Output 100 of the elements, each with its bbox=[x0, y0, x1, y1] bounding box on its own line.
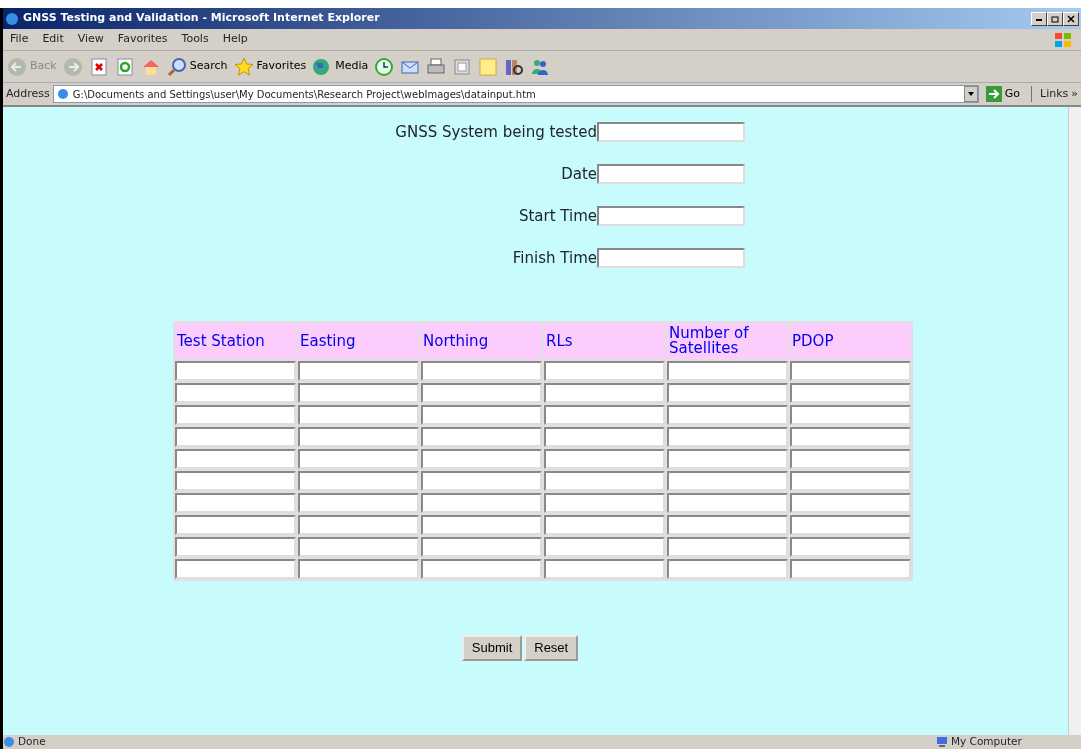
input-field[interactable] bbox=[421, 559, 542, 579]
restore-button[interactable] bbox=[1047, 11, 1063, 26]
refresh-icon[interactable] bbox=[114, 56, 135, 77]
input-field[interactable] bbox=[175, 427, 296, 447]
clock-icon[interactable] bbox=[374, 56, 395, 77]
column-header: RLs bbox=[546, 331, 573, 350]
input-field[interactable] bbox=[175, 361, 296, 381]
favorites-button[interactable]: Favorites bbox=[233, 56, 307, 77]
stop-icon[interactable] bbox=[88, 56, 109, 77]
scrollbar[interactable] bbox=[1068, 107, 1081, 735]
input-field[interactable] bbox=[544, 515, 665, 535]
go-button[interactable]: Go bbox=[985, 85, 1020, 103]
links-chevron[interactable]: » bbox=[1071, 85, 1078, 103]
input-field[interactable] bbox=[667, 449, 788, 469]
input-field[interactable] bbox=[790, 493, 911, 513]
dropdown-icon[interactable] bbox=[963, 86, 978, 102]
input-field[interactable] bbox=[667, 537, 788, 557]
input-field[interactable] bbox=[298, 537, 419, 557]
input-field[interactable] bbox=[544, 537, 665, 557]
input-field[interactable] bbox=[298, 383, 419, 403]
input-field[interactable] bbox=[544, 471, 665, 491]
input-field[interactable] bbox=[544, 383, 665, 403]
input-field[interactable] bbox=[175, 471, 296, 491]
input-field[interactable] bbox=[175, 493, 296, 513]
input-field[interactable] bbox=[421, 493, 542, 513]
input-field[interactable] bbox=[175, 515, 296, 535]
arrow-right-icon bbox=[985, 86, 1002, 102]
input-field[interactable] bbox=[298, 493, 419, 513]
menu-item[interactable]: Edit bbox=[35, 31, 71, 48]
input-field[interactable] bbox=[298, 559, 419, 579]
input-field[interactable] bbox=[544, 405, 665, 425]
input-field[interactable] bbox=[298, 515, 419, 535]
input-field[interactable] bbox=[597, 248, 745, 268]
printer-icon[interactable] bbox=[426, 56, 447, 77]
window-title: GNSS Testing and Validation - Microsoft Internet Explorer bbox=[23, 10, 381, 27]
input-field[interactable] bbox=[790, 559, 911, 579]
input-field[interactable] bbox=[790, 449, 911, 469]
links-button[interactable]: Links bbox=[1031, 85, 1069, 103]
submit-button[interactable]: Submit bbox=[461, 635, 523, 661]
input-field[interactable] bbox=[175, 405, 296, 425]
page-icon bbox=[55, 87, 70, 101]
menu-item[interactable]: Favorites bbox=[110, 31, 175, 48]
input-field[interactable] bbox=[421, 537, 542, 557]
input-field[interactable] bbox=[790, 361, 911, 381]
input-field[interactable] bbox=[298, 471, 419, 491]
input-field[interactable] bbox=[421, 383, 542, 403]
input-field[interactable] bbox=[544, 559, 665, 579]
input-field[interactable] bbox=[667, 515, 788, 535]
page-icon bbox=[3, 736, 15, 748]
star-icon bbox=[233, 56, 254, 77]
input-field[interactable] bbox=[667, 405, 788, 425]
input-field[interactable] bbox=[597, 122, 745, 142]
input-field[interactable] bbox=[298, 361, 419, 381]
input-field[interactable] bbox=[544, 427, 665, 447]
input-field[interactable] bbox=[175, 537, 296, 557]
field-label: GNSS System being tested bbox=[395, 121, 597, 143]
input-field[interactable] bbox=[790, 537, 911, 557]
input-field[interactable] bbox=[298, 427, 419, 447]
input-field[interactable] bbox=[421, 449, 542, 469]
menu-item[interactable]: Tools bbox=[174, 31, 216, 48]
input-field[interactable] bbox=[298, 405, 419, 425]
menu-item[interactable]: File bbox=[3, 31, 36, 48]
input-field[interactable] bbox=[544, 361, 665, 381]
input-field[interactable] bbox=[298, 449, 419, 469]
column-header: Easting bbox=[300, 331, 356, 350]
minimize-button[interactable] bbox=[1031, 11, 1047, 26]
input-field[interactable] bbox=[421, 405, 542, 425]
input-field[interactable] bbox=[667, 383, 788, 403]
restore-icon bbox=[1051, 14, 1059, 23]
input-field[interactable] bbox=[667, 361, 788, 381]
input-field[interactable] bbox=[790, 515, 911, 535]
input-field[interactable] bbox=[175, 383, 296, 403]
input-field[interactable] bbox=[175, 559, 296, 579]
input-field[interactable] bbox=[667, 471, 788, 491]
reset-button[interactable]: Reset bbox=[524, 635, 579, 661]
menu-item[interactable]: View bbox=[70, 31, 111, 48]
input-field[interactable] bbox=[175, 449, 296, 469]
input-field[interactable] bbox=[421, 471, 542, 491]
window-icon[interactable] bbox=[452, 56, 473, 77]
address-field[interactable]: G:\Documents and Settings\user\My Documents\Research Project\webImages\datainput.htm bbox=[52, 85, 979, 103]
input-field[interactable] bbox=[667, 427, 788, 447]
browser-icon bbox=[5, 11, 19, 26]
input-field[interactable] bbox=[544, 449, 665, 469]
input-field[interactable] bbox=[544, 493, 665, 513]
search-button[interactable]: Search bbox=[166, 56, 228, 77]
input-field[interactable] bbox=[421, 361, 542, 381]
input-field[interactable] bbox=[790, 427, 911, 447]
input-field[interactable] bbox=[421, 515, 542, 535]
media-button[interactable]: Media bbox=[312, 56, 369, 77]
input-field[interactable] bbox=[421, 427, 542, 447]
input-field[interactable] bbox=[790, 471, 911, 491]
status-text: Done bbox=[18, 734, 47, 749]
input-field[interactable] bbox=[790, 405, 911, 425]
input-field[interactable] bbox=[667, 559, 788, 579]
input-field[interactable] bbox=[597, 206, 745, 226]
input-field[interactable] bbox=[667, 493, 788, 513]
input-field[interactable] bbox=[790, 383, 911, 403]
close-button[interactable] bbox=[1063, 11, 1079, 26]
menu-item[interactable]: Help bbox=[215, 31, 255, 48]
input-field[interactable] bbox=[597, 164, 745, 184]
